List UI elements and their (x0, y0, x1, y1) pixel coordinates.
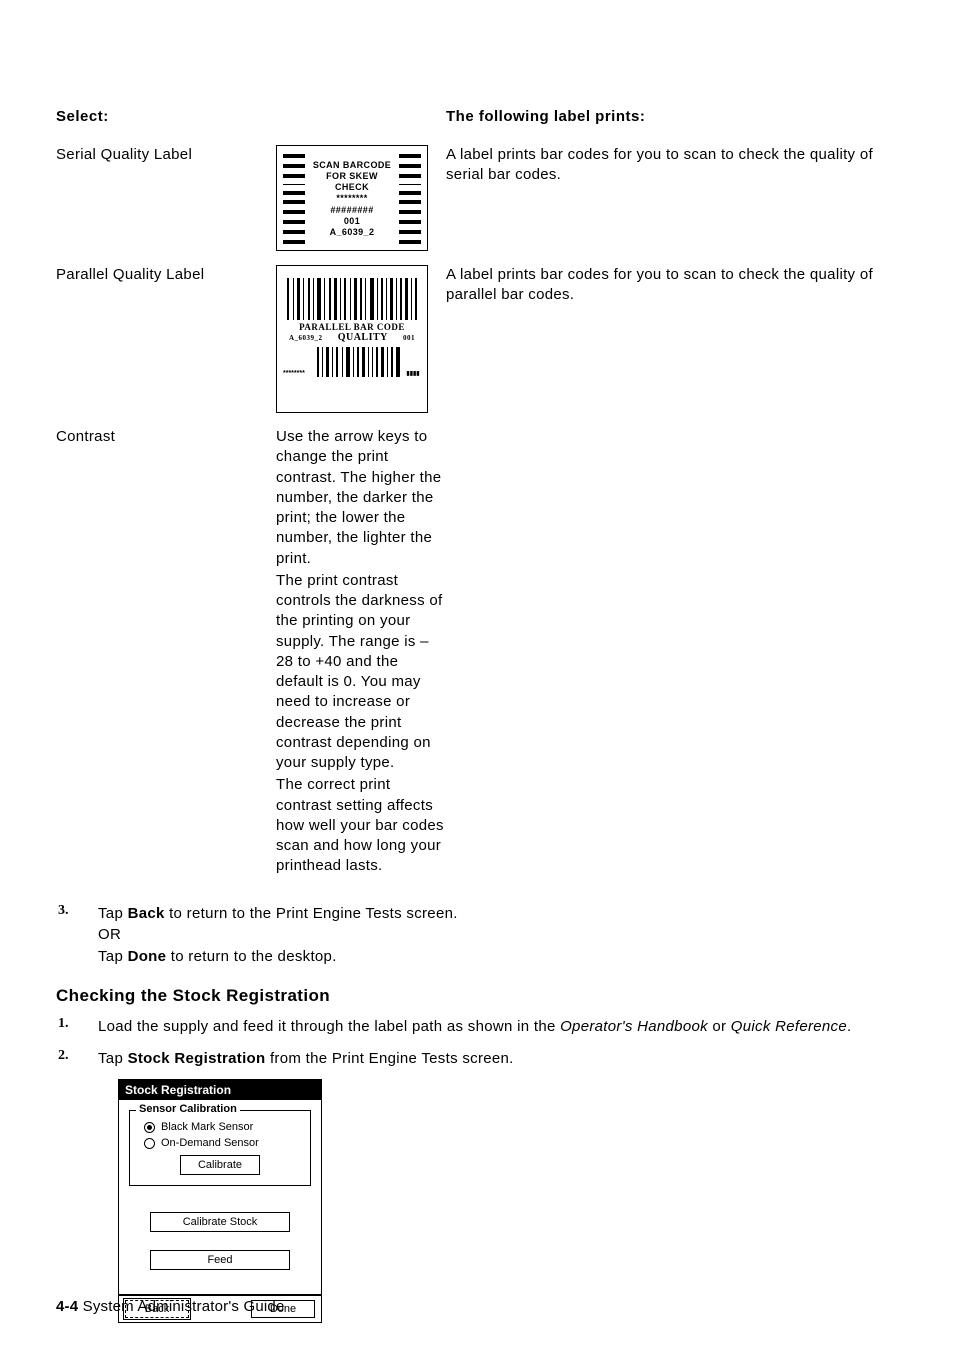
radio-on-demand[interactable]: On-Demand Sensor (144, 1137, 302, 1149)
table-row: Parallel Quality Label PARALLEL BAR CODE… (56, 265, 898, 427)
radio-icon (144, 1122, 155, 1133)
barcode-bottom (311, 347, 406, 377)
serial-label-preview: SCAN BARCODE FOR SKEW CHECK ******** ###… (276, 145, 428, 251)
step-2: 2. Tap Stock Registration from the Print… (56, 1048, 898, 1070)
row-select-label: Parallel Quality Label (56, 265, 276, 427)
barcode-stripes-right (399, 154, 421, 244)
page-footer: 4-4 System Administrator's Guide (56, 1298, 285, 1315)
serial-label-text: SCAN BARCODE FOR SKEW CHECK ******** ###… (313, 160, 391, 239)
row-select-label: Serial Quality Label (56, 145, 276, 265)
row-description: A label prints bar codes for you to scan… (446, 265, 898, 427)
barcode-top (287, 278, 417, 320)
step-3: 3. Tap Back to return to the Print Engin… (56, 903, 898, 968)
stock-registration-screenshot: Stock Registration Sensor Calibration Bl… (118, 1079, 322, 1323)
step-1: 1. Load the supply and feed it through t… (56, 1016, 898, 1038)
row-select-label: Contrast (56, 427, 276, 893)
radio-icon (144, 1138, 155, 1149)
col-header-prints: The following label prints: (446, 108, 898, 145)
calibrate-stock-button[interactable]: Calibrate Stock (150, 1212, 290, 1232)
col-header-select: Select: (56, 108, 276, 145)
table-row: Serial Quality Label SCAN BARCODE FOR SK… (56, 145, 898, 265)
sensor-calibration-fieldset: Sensor Calibration Black Mark Sensor On-… (129, 1110, 311, 1186)
label-options-table: Select: The following label prints: Seri… (56, 108, 898, 893)
section-heading: Checking the Stock Registration (56, 986, 898, 1006)
calibrate-button[interactable]: Calibrate (180, 1155, 260, 1175)
feed-button[interactable]: Feed (150, 1250, 290, 1270)
table-row: Contrast Use the arrow keys to change th… (56, 427, 898, 893)
barcode-stripes-left (283, 154, 305, 244)
radio-black-mark[interactable]: Black Mark Sensor (144, 1121, 302, 1133)
contrast-description: Use the arrow keys to change the print c… (276, 427, 446, 893)
window-title: Stock Registration (119, 1080, 321, 1100)
parallel-label-preview: PARALLEL BAR CODE A_6039_2 QUALITY 001 *… (276, 265, 428, 413)
row-description: A label prints bar codes for you to scan… (446, 145, 898, 265)
